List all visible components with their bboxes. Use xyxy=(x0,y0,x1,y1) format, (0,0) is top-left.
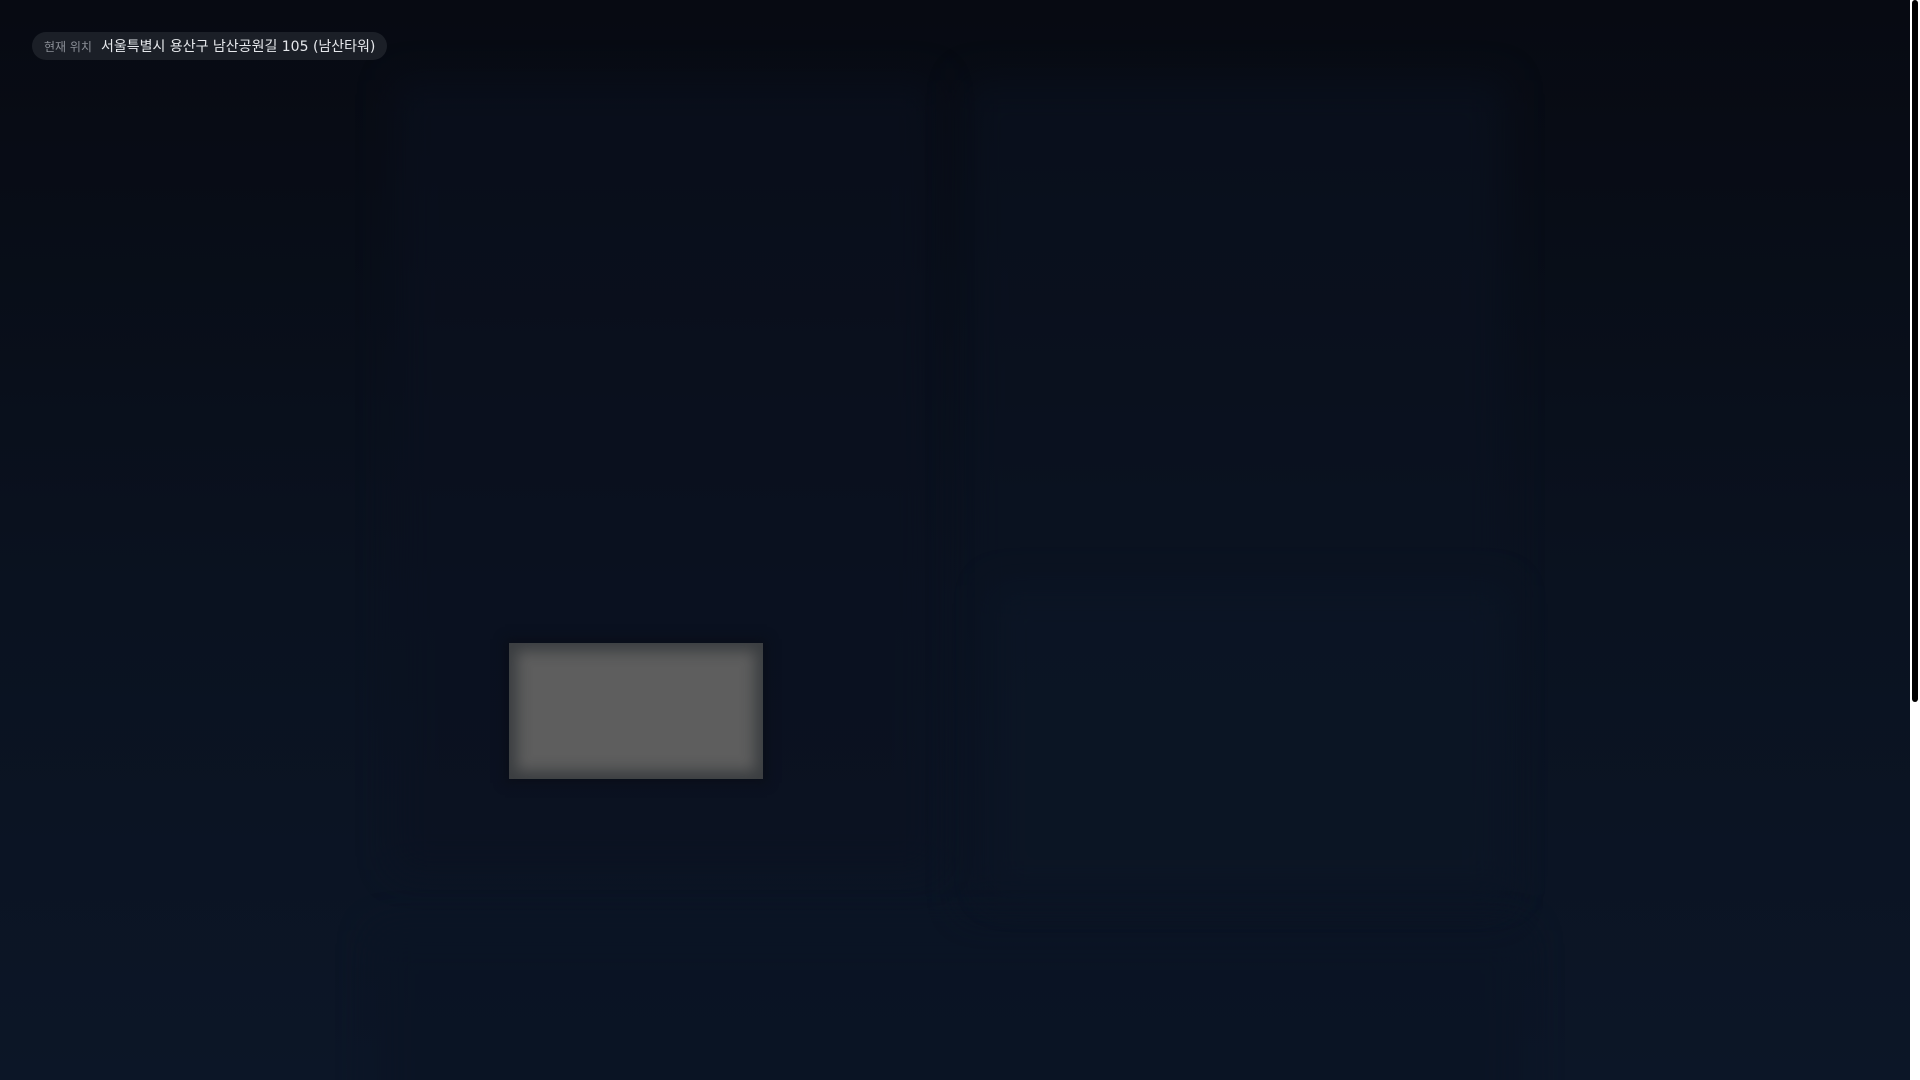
current-location-badge: 현재 위치 서울특별시 용산구 남산공원길 105 (남산타워) xyxy=(32,32,388,60)
media-placeholder xyxy=(509,643,763,779)
background-panel-bottom xyxy=(375,930,1525,1080)
background-panel-right-lower xyxy=(990,585,1510,895)
main-viewport: 현재 위치 서울특별시 용산구 남산공원길 105 (남산타워) xyxy=(0,0,1910,1080)
scrollbar-thumb[interactable] xyxy=(1912,0,1918,702)
current-location-address: 서울특별시 용산구 남산공원길 105 (남산타워) xyxy=(100,39,376,55)
current-location-label: 현재 위치 xyxy=(44,39,92,54)
vertical-scrollbar[interactable] xyxy=(1910,0,1920,1080)
